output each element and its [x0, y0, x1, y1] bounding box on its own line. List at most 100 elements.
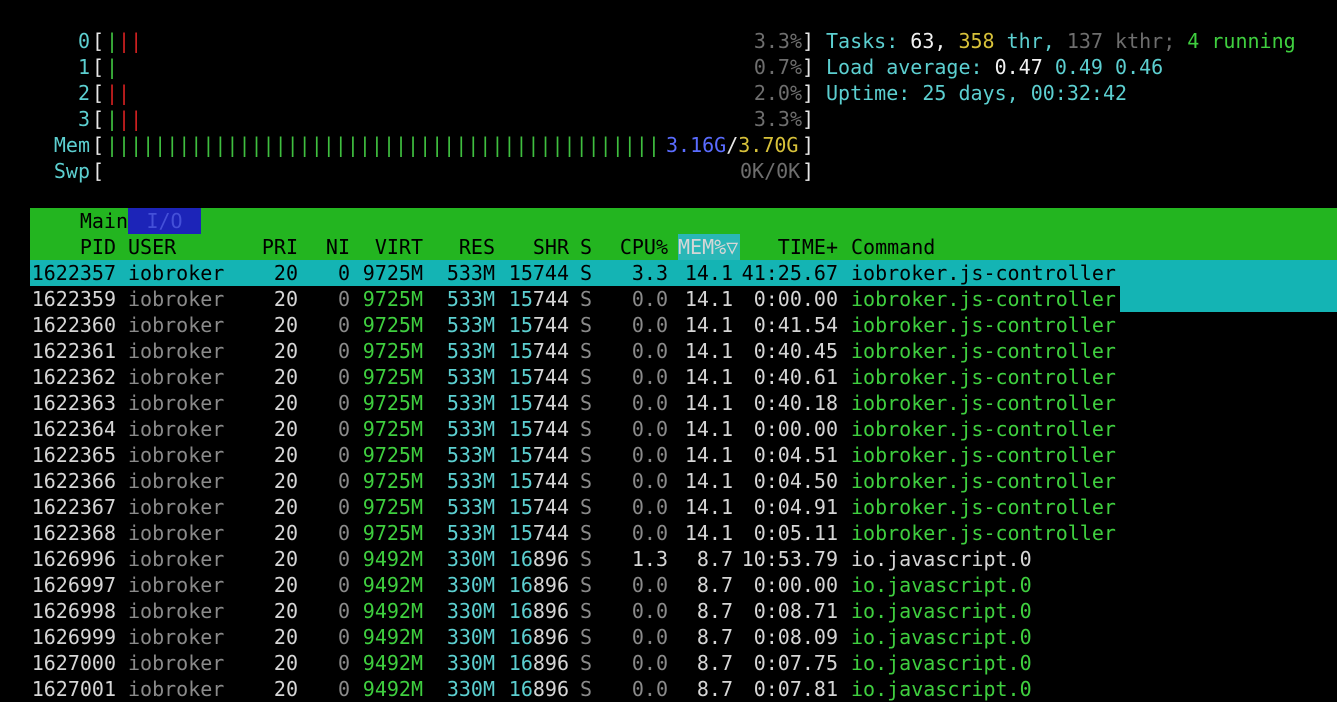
table-row[interactable]: 1626997 iobroker 20 0 9492M 330M 16896 S 0.0 8.7 0…: [30, 572, 1337, 598]
cell-mem: 14.1: [684, 417, 733, 441]
table-row[interactable]: 1622359 iobroker 20 0 9725M 533M 15744 S 0.0 14.1…: [30, 286, 1337, 312]
table-row[interactable]: 1626998 iobroker 20 0 9492M 330M 16896 S 0.0 8.7 0…: [30, 598, 1337, 624]
table-row[interactable]: 1627001 iobroker 20 0 9492M 330M 16896 S 0.0 8.7 0…: [30, 676, 1337, 702]
cell-pid: 1622364: [31, 417, 116, 441]
cell-mem: 14.1: [684, 391, 733, 415]
cpu-label: 3: [77, 107, 90, 131]
cell-pid: 1622363: [31, 391, 116, 415]
cell-command: iobroker.js-controller: [851, 417, 1116, 441]
cell-shr: 16896: [508, 651, 569, 675]
cell-command: iobroker.js-controller: [851, 313, 1116, 337]
cell-mem: 8.7: [696, 677, 733, 701]
cell-res: 330M: [446, 625, 495, 649]
cell-pri: 20: [273, 495, 298, 519]
table-row-selected[interactable]: 1622357 iobroker 20 0 9725M 533M 15744 S 3.3 14.1…: [30, 260, 1337, 286]
cell-user: iobroker: [128, 573, 225, 597]
swp-usage-text: 0K/0K: [740, 159, 801, 183]
table-row[interactable]: 1622367 iobroker 20 0 9725M 533M 15744 S 0.0 14.1…: [30, 494, 1337, 520]
table-row[interactable]: 1626999 iobroker 20 0 9492M 330M 16896 S 0.0 8.7 0…: [30, 624, 1337, 650]
cell-command: iobroker.js-controller: [851, 469, 1116, 493]
cell-state: S: [580, 677, 593, 701]
cell-res: 533M: [446, 469, 495, 493]
cell-virt: 9725M: [362, 391, 423, 415]
cell-res: 533M: [446, 443, 495, 467]
cell-cpu: 0.0: [631, 625, 668, 649]
tasks-summary: Tasks: 63, 358 thr, 137 kthr; 4 running: [826, 29, 1296, 53]
col-time[interactable]: TIME+: [735, 234, 838, 260]
col-state[interactable]: S: [580, 234, 592, 260]
col-command[interactable]: Command: [851, 234, 935, 260]
col-ni[interactable]: NI: [322, 234, 350, 260]
cell-virt: 9492M: [362, 599, 423, 623]
swp-label: Swp: [53, 159, 90, 183]
cell-state: S: [580, 261, 593, 285]
cell-cpu: 0.0: [631, 677, 668, 701]
cell-shr: 16896: [508, 625, 569, 649]
cell-pri: 20: [273, 391, 298, 415]
col-pri[interactable]: PRI: [258, 234, 298, 260]
col-cpu[interactable]: CPU%: [610, 234, 668, 260]
tab-io[interactable]: I/O: [128, 208, 201, 234]
cell-pid: 1626999: [31, 625, 116, 649]
cell-res: 533M: [446, 365, 495, 389]
cell-virt: 9725M: [362, 261, 423, 285]
cell-state: S: [580, 287, 593, 311]
cell-time: 0:41.54: [753, 313, 838, 337]
table-row[interactable]: 1626996 iobroker 20 0 9492M 330M 16896 S 1.3 8.7 1…: [30, 546, 1337, 572]
cell-cpu: 0.0: [631, 313, 668, 337]
cell-res: 533M: [446, 339, 495, 363]
cell-res: 533M: [446, 495, 495, 519]
cell-user: iobroker: [128, 651, 225, 675]
cell-shr: 15744: [508, 391, 569, 415]
cell-res: 533M: [446, 521, 495, 545]
mem-label: Mem: [53, 133, 90, 157]
cell-virt: 9492M: [362, 651, 423, 675]
cell-pid: 1626996: [31, 547, 116, 571]
cell-cpu: 0.0: [631, 573, 668, 597]
table-row[interactable]: 1627000 iobroker 20 0 9492M 330M 16896 S 0.0 8.7 0…: [30, 650, 1337, 676]
cell-state: S: [580, 599, 593, 623]
cell-state: S: [580, 339, 593, 363]
table-row[interactable]: 1622362 iobroker 20 0 9725M 533M 15744 S 0.0 14.1…: [30, 364, 1337, 390]
cell-virt: 9725M: [362, 443, 423, 467]
cell-command: iobroker.js-controller: [851, 521, 1116, 545]
cell-pid: 1622361: [31, 339, 116, 363]
cell-time: 0:04.51: [753, 443, 838, 467]
cell-user: iobroker: [128, 599, 225, 623]
cell-user: iobroker: [128, 521, 225, 545]
col-user[interactable]: USER: [128, 234, 176, 260]
cell-pri: 20: [273, 287, 298, 311]
cell-time: 0:04.91: [753, 495, 838, 519]
col-virt[interactable]: VIRT: [355, 234, 423, 260]
cell-cpu: 0.0: [631, 495, 668, 519]
table-row[interactable]: 1622366 iobroker 20 0 9725M 533M 15744 S 0.0 14.1…: [30, 468, 1337, 494]
cell-pri: 20: [273, 443, 298, 467]
tab-main[interactable]: Main: [30, 208, 128, 234]
cell-user: iobroker: [128, 287, 225, 311]
table-row[interactable]: 1622364 iobroker 20 0 9725M 533M 15744 S 0.0 14.1…: [30, 416, 1337, 442]
cell-mem: 8.7: [696, 651, 733, 675]
table-row[interactable]: 1622361 iobroker 20 0 9725M 533M 15744 S 0.0 14.1…: [30, 338, 1337, 364]
col-mem-sorted[interactable]: MEM%▽: [678, 234, 740, 260]
cell-mem: 14.1: [684, 521, 733, 545]
col-pid[interactable]: PID: [30, 234, 116, 260]
cell-pri: 20: [273, 417, 298, 441]
cell-command: iobroker.js-controller: [851, 261, 1116, 285]
cell-res: 533M: [446, 261, 495, 285]
cell-ni: 0: [337, 495, 350, 519]
cell-mem: 14.1: [684, 365, 733, 389]
cell-shr: 16896: [508, 599, 569, 623]
col-shr[interactable]: SHR: [505, 234, 569, 260]
table-row[interactable]: 1622368 iobroker 20 0 9725M 533M 15744 S 0.0 14.1…: [30, 520, 1337, 546]
table-row[interactable]: 1622365 iobroker 20 0 9725M 533M 15744 S 0.0 14.1…: [30, 442, 1337, 468]
cell-cpu: 0.0: [631, 599, 668, 623]
cell-time: 0:05.11: [753, 521, 838, 545]
table-row[interactable]: 1622360 iobroker 20 0 9725M 533M 15744 S 0.0 14.1…: [30, 312, 1337, 338]
cell-res: 330M: [446, 599, 495, 623]
cell-shr: 15744: [508, 313, 569, 337]
cell-mem: 14.1: [684, 469, 733, 493]
table-row[interactable]: 1622363 iobroker 20 0 9725M 533M 15744 S 0.0 14.1…: [30, 390, 1337, 416]
cell-time: 0:08.09: [753, 625, 838, 649]
col-res[interactable]: RES: [435, 234, 495, 260]
cell-state: S: [580, 313, 593, 337]
